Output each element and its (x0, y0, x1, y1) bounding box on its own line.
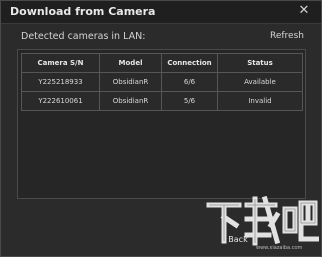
dialog-title: Download from Camera (10, 5, 156, 18)
refresh-button[interactable]: Refresh (270, 31, 304, 41)
column-header-connection: Connection (161, 53, 218, 73)
cell-camera-sn: Y222610061 (21, 91, 100, 111)
cell-camera-sn: Y225218933 (21, 72, 100, 92)
table-row[interactable]: Y225218933 ObsidianR 6/6 Available (21, 72, 303, 92)
cell-status: Invalid (217, 91, 303, 111)
column-header-status: Status (217, 53, 303, 73)
table-header-row: Camera S/N Model Connection Status (21, 53, 303, 73)
title-bar: Download from Camera ✕ (1, 1, 321, 24)
column-header-model: Model (99, 53, 162, 73)
cell-connection: 5/6 (161, 91, 218, 111)
download-from-camera-dialog: Download from Camera ✕ Detected cameras … (0, 0, 322, 257)
cell-model: ObsidianR (99, 91, 162, 111)
back-button[interactable]: Back (206, 231, 270, 247)
camera-list-panel: Camera S/N Model Connection Status Y2252… (17, 49, 306, 199)
camera-table: Camera S/N Model Connection Status Y2252… (21, 53, 303, 111)
detected-cameras-label: Detected cameras in LAN: (21, 31, 146, 42)
cell-model: ObsidianR (99, 72, 162, 92)
column-header-camera-sn: Camera S/N (21, 53, 100, 73)
table-row[interactable]: Y222610061 ObsidianR 5/6 Invalid (21, 91, 303, 111)
cell-status: Available (217, 72, 303, 92)
cell-connection: 6/6 (161, 72, 218, 92)
close-icon[interactable]: ✕ (297, 3, 311, 19)
